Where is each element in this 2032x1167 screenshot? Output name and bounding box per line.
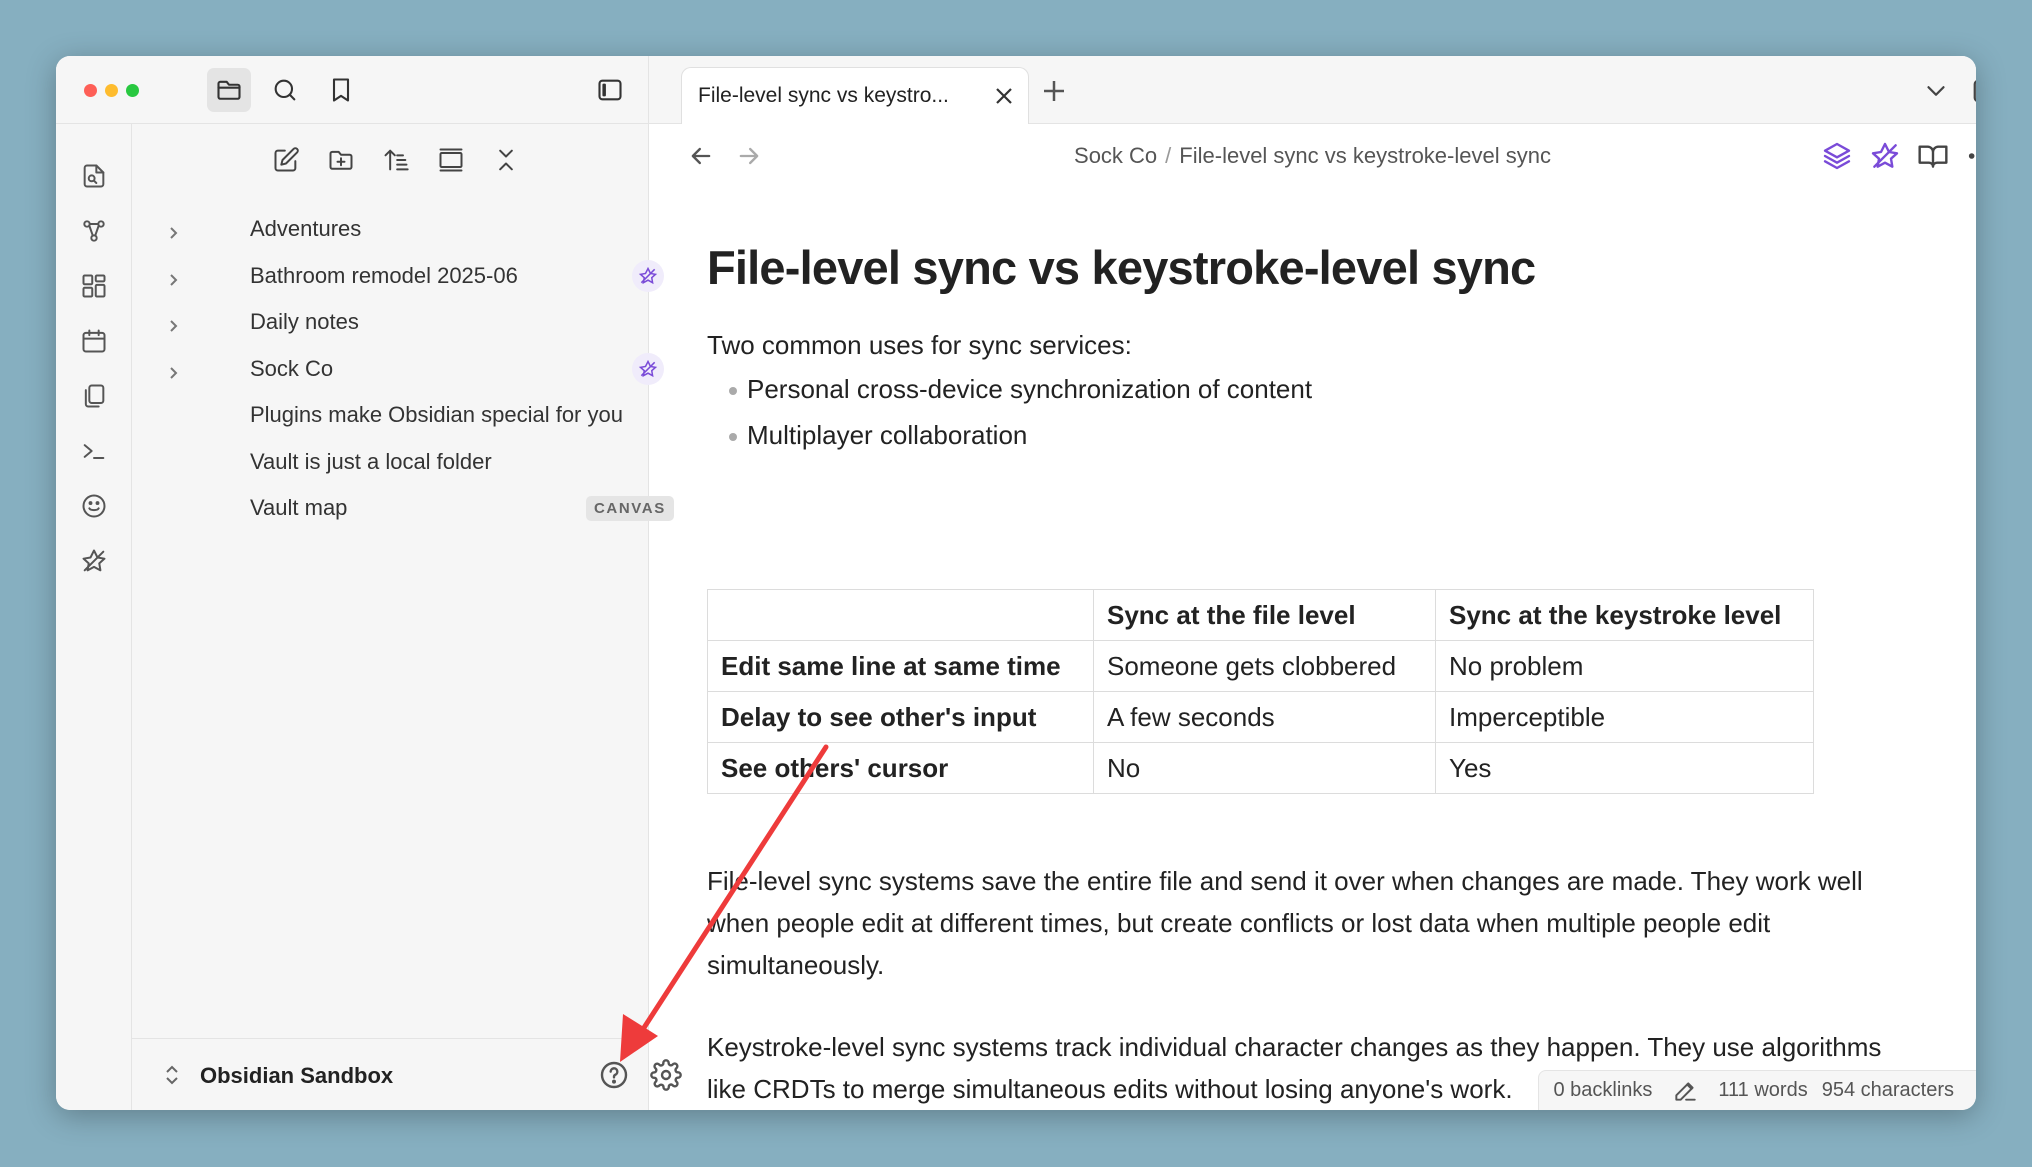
file-explorer-toolbar [132,138,648,182]
search-icon[interactable] [263,68,307,112]
tree-item-label: Bathroom remodel 2025-06 [250,262,518,288]
paragraph: File-level sync systems save the entire … [707,866,1863,980]
sync-status-icon [632,352,664,385]
settings-gear-icon[interactable] [650,1059,682,1091]
new-note-icon[interactable] [266,138,306,182]
chevron-right-icon[interactable] [166,314,182,332]
status-bar: 0 backlinks 111 words 954 characters [1538,1070,1976,1110]
list-item: Personal cross-device synchronization of… [729,374,1312,405]
file-item[interactable]: Vault map CANVAS [132,485,674,532]
file-tree: Adventures Bathroom remodel 2025-06 Daily … [132,206,674,532]
new-tab-icon[interactable] [1039,76,1069,106]
tree-item-label: Sock Co [250,355,334,381]
character-count: 954 characters [1821,1079,1954,1101]
word-count: 111 words [1718,1079,1808,1101]
app-window: Adventures Bathroom remodel 2025-06 Daily … [56,56,1976,1110]
table-header-cell: Sync at the file level [1093,589,1436,641]
table-row-header: See others' cursor [707,742,1094,794]
breadcrumb-separator: / [1165,143,1172,168]
right-sidebar-toggle-icon[interactable] [1971,76,1976,106]
file-type-badge: CANVAS [586,495,674,521]
list-item-text: Multiplayer collaboration [747,420,1028,450]
breadcrumb: Sock Co / File-level sync vs keystroke-lev… [649,143,1976,169]
note-intro: Two common uses for sync services: [707,330,1132,360]
window-controls [84,84,139,97]
table-header-cell [707,589,1094,641]
table-row: Edit same line at same time Someone gets… [707,640,1814,692]
folder-item[interactable]: Daily notes [132,299,648,346]
breadcrumb-folder[interactable]: Sock Co [1074,143,1157,168]
chevron-right-icon[interactable] [166,361,182,379]
sidebar-toggle-icon[interactable] [588,68,632,112]
close-window-button[interactable] [84,84,97,97]
collapse-all-icon[interactable] [486,138,526,182]
file-item[interactable]: Vault is just a local folder [132,439,648,486]
tree-item-label: Vault map [250,495,348,521]
canvas-icon[interactable] [75,267,113,305]
view-header: Sock Co / File-level sync vs keystroke-lev… [649,124,1976,188]
reading-view-book-icon[interactable] [1917,140,1949,172]
tab-active-note[interactable]: File-level sync vs keystro... [681,67,1029,125]
chevron-right-icon[interactable] [166,221,182,239]
tab-title: File-level sync vs keystro... [698,84,949,107]
tab-bar: File-level sync vs keystro... [649,56,1976,125]
tree-item-label: Vault is just a local folder [250,448,492,474]
list-item-text: Personal cross-device synchronization of… [747,374,1313,404]
comparison-table: Sync at the file level Sync at the keyst… [707,589,1814,794]
table-cell: Yes [1435,742,1814,794]
list-item: Multiplayer collaboration [729,420,1027,451]
sort-icon[interactable] [376,138,416,182]
file-explorer: Adventures Bathroom remodel 2025-06 Daily … [132,124,682,1110]
tree-item-label: Plugins make Obsidian special for you [250,402,623,428]
table-row: Delay to see other's input A few seconds… [707,691,1814,743]
sync-icon[interactable] [75,542,113,580]
sync-status-icon[interactable] [1869,140,1901,172]
table-cell: A few seconds [1093,691,1436,743]
note-title: File-level sync vs keystroke-level sync [707,241,1536,294]
help-icon[interactable] [598,1059,630,1091]
smiley-icon[interactable] [75,487,113,525]
folder-item[interactable]: Sock Co [132,346,664,393]
more-options-icon[interactable] [1965,140,1976,172]
vault-name[interactable]: Obsidian Sandbox [200,1063,393,1089]
table-header-cell: Sync at the keystroke level [1435,589,1814,641]
chevron-right-icon[interactable] [166,268,182,286]
table-cell: Imperceptible [1435,691,1814,743]
folder-icon[interactable] [207,68,251,112]
files-icon[interactable] [75,377,113,415]
vault-switch-chevron-icon[interactable] [162,1063,182,1087]
sync-status-icon [632,259,664,292]
table-cell: No problem [1435,640,1814,692]
ribbon [56,124,132,1110]
zoom-window-button[interactable] [126,84,139,97]
tree-item-label: Daily notes [250,309,359,335]
close-tab-icon[interactable] [992,84,1016,108]
breadcrumb-note[interactable]: File-level sync vs keystroke-level sync [1179,143,1551,168]
minimize-window-button[interactable] [105,84,118,97]
table-row-header: Delay to see other's input [707,691,1094,743]
table-header-row: Sync at the file level Sync at the keyst… [707,589,1814,641]
folder-item[interactable]: Bathroom remodel 2025-06 [132,253,664,300]
folder-item[interactable]: Adventures [132,206,648,253]
tab-list-chevron-down-icon[interactable] [1921,76,1951,106]
backlinks-count[interactable]: 0 backlinks [1553,1079,1652,1102]
file-item[interactable]: Plugins make Obsidian special for you [132,392,648,439]
edit-mode-pencil-icon[interactable] [1672,1078,1698,1104]
tree-item-label: Adventures [250,216,362,242]
calendar-icon[interactable] [75,322,113,360]
bookmark-icon[interactable] [319,68,363,112]
sidebar-titlebar [56,56,649,124]
table-row: See others' cursor No Yes [707,742,1814,794]
table-row-header: Edit same line at same time [707,640,1094,692]
terminal-icon[interactable] [75,432,113,470]
table-cell: No [1093,742,1436,794]
graph-icon[interactable] [75,212,113,250]
new-folder-icon[interactable] [321,138,361,182]
collapse-pane-icon[interactable] [431,138,471,182]
layers-icon[interactable] [1821,140,1853,172]
quick-switcher-icon[interactable] [75,157,113,195]
vault-switcher-bar: Obsidian Sandbox [132,1038,682,1110]
table-cell: Someone gets clobbered [1093,640,1436,692]
